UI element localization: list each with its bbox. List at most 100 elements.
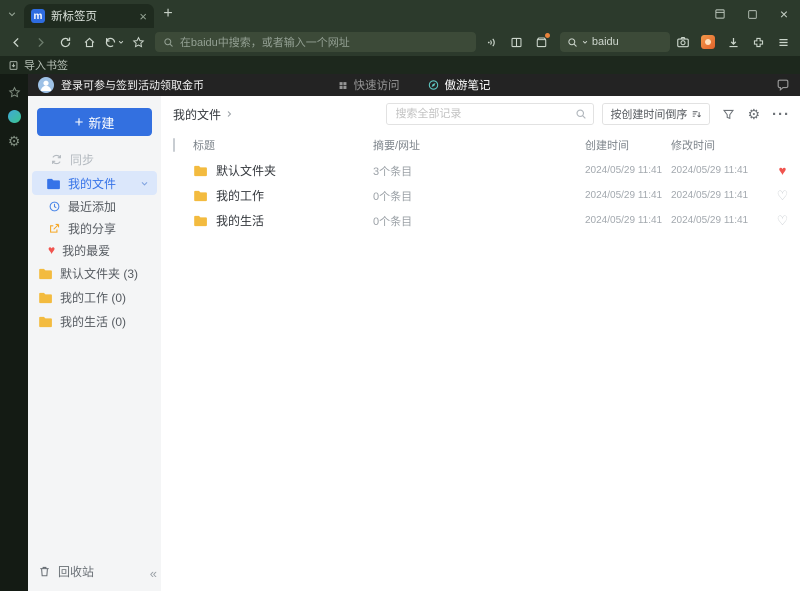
sidebar-item-favorites[interactable]: ♥ 我的最爱: [28, 239, 161, 261]
reader-mode-button[interactable]: [505, 30, 528, 54]
extensions-button[interactable]: [746, 30, 770, 54]
table-row[interactable]: 默认文件夹 3个条目 2024/05/29 11:41 2024/05/29 1…: [173, 158, 790, 183]
home-button[interactable]: [78, 30, 101, 54]
table-row[interactable]: 我的工作 0个条目 2024/05/29 11:41 2024/05/29 11…: [173, 183, 790, 208]
sidebar-folder-default[interactable]: 默认文件夹 (3): [28, 261, 161, 285]
table-row[interactable]: 我的生活 0个条目 2024/05/29 11:41 2024/05/29 11…: [173, 208, 790, 233]
favorite-page-button[interactable]: [127, 30, 150, 54]
row-title: 我的生活: [216, 214, 265, 228]
row-summary: 0个条目: [373, 190, 413, 203]
sidebar-folder-work[interactable]: 我的工作 (0): [28, 285, 161, 309]
tab-notes[interactable]: 傲游笔记: [428, 77, 491, 93]
tab-quick-access[interactable]: 快速访问: [338, 77, 400, 93]
browser-tab-newtab[interactable]: m 新标签页 ×: [24, 4, 154, 28]
import-bookmarks-label: 导入书签: [24, 60, 68, 72]
new-note-button[interactable]: + 新建: [37, 108, 152, 136]
apps-panel-button[interactable]: [7, 110, 21, 123]
refresh-button[interactable]: [54, 30, 77, 54]
column-modified[interactable]: 修改时间: [671, 137, 775, 153]
column-title[interactable]: 标题: [193, 137, 373, 153]
row-modified: 2024/05/29 11:41: [671, 215, 749, 226]
forward-icon: [38, 37, 45, 47]
sidebar-folder-default-label: 默认文件夹 (3): [60, 266, 139, 281]
filter-button[interactable]: [722, 108, 735, 121]
download-button[interactable]: [721, 30, 745, 54]
collapse-sidebar-button[interactable]: «: [150, 566, 157, 581]
window-mode-button[interactable]: [704, 0, 736, 28]
quick-search-box[interactable]: baidu: [559, 32, 670, 52]
favorite-toggle[interactable]: ♡: [775, 189, 790, 202]
row-modified: 2024/05/29 11:41: [671, 165, 749, 176]
main-menu-button[interactable]: [771, 30, 795, 54]
new-tab-button[interactable]: +: [154, 0, 182, 28]
chevron-right-icon: [225, 110, 233, 118]
window-mode-icon: [715, 9, 725, 19]
folder-icon: [194, 165, 207, 177]
sidebar-item-shares[interactable]: 我的分享: [28, 217, 161, 239]
column-created[interactable]: 创建时间: [585, 137, 671, 153]
bookmarks-bar: 导入书签: [0, 56, 800, 74]
address-bar[interactable]: 在baidu中搜索，或者输入一个网址: [154, 32, 476, 52]
search-input[interactable]: [386, 103, 595, 125]
notification-dot: [544, 33, 550, 38]
back-button[interactable]: [5, 30, 28, 54]
download-icon: [728, 37, 738, 47]
row-created: 2024/05/29 11:41: [585, 215, 663, 226]
column-summary[interactable]: 摘要/网址: [373, 137, 585, 153]
close-button[interactable]: ×: [768, 0, 800, 28]
read-aloud-button[interactable]: [481, 30, 504, 54]
main-toolbar: 我的文件 按创建时间倒序: [173, 96, 790, 132]
settings-panel-button[interactable]: ⚙: [8, 134, 21, 148]
home-icon: [84, 37, 95, 47]
forward-button[interactable]: [29, 30, 52, 54]
maximize-button[interactable]: [736, 0, 768, 28]
sort-button-label: 按创建时间倒序: [610, 109, 688, 121]
undo-icon: [105, 37, 116, 47]
sidebar-item-favorites-label: 我的最爱: [62, 243, 111, 258]
navigation-toolbar: 在baidu中搜索，或者输入一个网址 baidu: [0, 28, 800, 56]
heart-icon: ♥: [48, 243, 56, 257]
sidebar-folder-life[interactable]: 我的生活 (0): [28, 309, 161, 333]
folder-icon: [47, 178, 60, 189]
screenshot-button[interactable]: [671, 30, 695, 54]
sidebar-item-my-files[interactable]: 我的文件: [32, 171, 157, 195]
row-created: 2024/05/29 11:41: [585, 190, 663, 201]
sync-icon: [52, 154, 61, 164]
select-all-checkbox[interactable]: [173, 138, 175, 152]
row-summary: 3个条目: [373, 165, 413, 178]
toolbar-right-group: [671, 30, 795, 54]
more-button[interactable]: ···: [772, 107, 790, 122]
read-aloud-icon: [487, 37, 495, 47]
sort-button[interactable]: 按创建时间倒序: [602, 103, 711, 125]
import-bookmarks-button[interactable]: 导入书签: [8, 57, 68, 73]
table-header: 标题 摘要/网址 创建时间 修改时间: [173, 132, 790, 158]
view-settings-button[interactable]: ⚙: [747, 107, 760, 121]
search-icon: [575, 108, 587, 120]
sidebar-item-recycle[interactable]: 回收站: [28, 559, 161, 583]
star-icon: [132, 36, 145, 47]
favorites-panel-button[interactable]: [8, 86, 21, 99]
favorite-toggle[interactable]: ♡: [775, 214, 790, 227]
search-icon: [568, 37, 577, 47]
tab-close-icon[interactable]: ×: [139, 10, 147, 23]
collect-box-button[interactable]: [530, 30, 553, 54]
rewards-button[interactable]: [696, 30, 720, 54]
breadcrumb[interactable]: 我的文件: [173, 106, 233, 123]
maximize-icon: [747, 9, 757, 19]
favorite-toggle[interactable]: ♥: [775, 164, 790, 177]
tab-list-button[interactable]: [0, 0, 24, 28]
avatar[interactable]: [38, 77, 54, 93]
feedback-button[interactable]: [776, 78, 790, 92]
sidebar-item-recycle-label: 回收站: [58, 564, 95, 579]
plus-icon: +: [74, 113, 84, 131]
header-tabs: 快速访问 傲游笔记: [338, 74, 491, 96]
chevron-down-icon[interactable]: [140, 179, 157, 188]
sidebar-item-sync[interactable]: 同步: [28, 147, 161, 171]
notes-page: 登录可参与签到活动领取金币 快速访问 傲游笔记 + 新建 同步 我的文件 最近添…: [28, 74, 800, 591]
sidebar-item-recent[interactable]: 最近添加: [28, 195, 161, 217]
undo-button[interactable]: [102, 30, 125, 54]
row-title: 我的工作: [216, 189, 265, 203]
notes-header: 登录可参与签到活动领取金币 快速访问 傲游笔记: [28, 74, 800, 96]
login-prompt[interactable]: 登录可参与签到活动领取金币: [61, 77, 204, 93]
chevron-down-icon: [118, 40, 124, 44]
